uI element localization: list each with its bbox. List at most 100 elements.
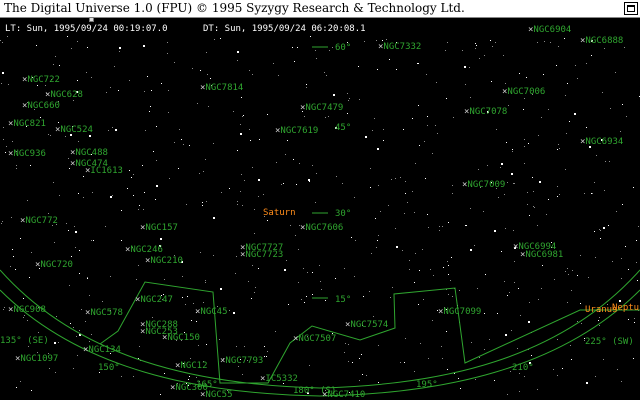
window-title: The Digital Universe 1.0 (FPU) © 1995 Sy… [4,1,465,15]
star [533,206,534,207]
star [414,282,415,283]
dso-label[interactable]: ×NGC660 [22,101,60,111]
title-bar: The Digital Universe 1.0 (FPU) © 1995 Sy… [0,0,640,18]
dso-label[interactable]: ×NGC150 [162,333,200,343]
dso-label[interactable]: ×NGC45 [195,307,228,317]
dso-label[interactable]: ×NGC722 [22,75,60,85]
star [600,238,601,239]
star [68,230,69,231]
dso-label[interactable]: ×NGC772 [20,216,58,226]
dso-label[interactable]: ×NGC134 [83,345,121,355]
star [68,158,69,159]
star [136,279,137,280]
dso-label[interactable]: ×NGC936 [8,149,46,159]
dso-label[interactable]: ×NGC6994 [513,242,556,252]
star [127,188,128,189]
dso-label[interactable]: ×NGC210 [145,256,183,266]
sky-view[interactable]: LT: Sun, 1995/09/24 00:19:07.0 DT: Sun, … [0,18,640,400]
star [567,83,568,84]
dso-label[interactable]: ×IC1613 [85,166,123,176]
star [475,48,476,49]
star [149,111,150,112]
planet-label-saturn[interactable]: Saturn [263,208,296,218]
dso-label[interactable]: ×NGC578 [85,308,123,318]
dso-label[interactable]: ×NGC7479 [300,103,343,113]
star [233,312,235,314]
star [178,168,179,169]
dso-label[interactable]: ×NGC7793 [220,356,263,366]
star [565,271,566,272]
dso-label[interactable]: ×NGC7574 [345,320,388,330]
dso-label[interactable]: ×NGC7507 [293,334,336,344]
planet-label-neptune[interactable]: Neptune [612,303,640,313]
star [424,141,425,142]
star [504,281,505,282]
star [462,50,463,51]
dso-label[interactable]: ×NGC247 [135,295,173,305]
dso-label[interactable]: ×NGC7009 [462,180,505,190]
dso-label[interactable]: ×NGC7619 [275,126,318,136]
star [495,42,496,43]
star [513,183,514,184]
star [168,90,169,91]
star [276,162,277,163]
star [56,316,57,317]
star [349,98,350,99]
star [190,358,191,359]
dso-label[interactable]: ×NGC6888 [580,36,623,46]
dso-label[interactable]: ×NGC524 [55,125,93,135]
star [347,113,348,114]
star [161,83,162,84]
star [373,316,374,317]
dso-label[interactable]: ×NGC7814 [200,83,243,93]
dso-label[interactable]: ×NGC720 [35,260,73,270]
dso-label[interactable]: ×NGC7332 [378,42,421,52]
dso-label[interactable]: ×NGC7006 [502,87,545,97]
dso-label[interactable]: ×NGC55 [200,390,233,400]
star [359,358,360,359]
star [537,225,538,226]
star [38,332,39,333]
dso-label[interactable]: ×NGC7606 [300,223,343,233]
star [200,70,201,71]
dso-label[interactable]: ×NGC628 [45,90,83,100]
star [197,103,198,104]
dso-label[interactable]: ×NGC157 [140,223,178,233]
dso-label[interactable]: ×NGC908 [8,305,46,315]
maximize-button[interactable] [624,2,638,15]
dso-label[interactable]: ×NGC7410 [322,390,365,400]
star [511,330,512,331]
star [236,256,237,257]
star [470,208,471,209]
dso-label[interactable]: ×NGC488 [70,148,108,158]
star [344,268,345,269]
dso-label[interactable]: ×NGC7078 [464,107,507,117]
dso-label[interactable]: ×IC5332 [260,374,298,384]
dso-label[interactable]: ×NGC6904 [528,25,571,35]
dso-label[interactable]: ×NGC7099 [438,307,481,317]
star [450,280,451,281]
dso-label[interactable]: ×NGC821 [8,119,46,129]
star [13,256,14,257]
star [523,109,524,110]
star [378,235,379,236]
star [106,92,107,93]
star [196,321,197,322]
dso-label[interactable]: ×NGC7723 [240,250,283,260]
star [453,117,454,118]
star [329,50,330,51]
dso-label[interactable]: ×NGC12 [175,361,208,371]
dso-label[interactable]: ×NGC246 [125,245,163,255]
star [390,297,391,298]
dso-label[interactable]: ×NGC1097 [15,354,58,364]
star [620,131,621,132]
star [599,229,600,230]
star [500,167,501,168]
star [615,72,616,73]
star [202,205,203,206]
star [40,117,41,118]
star [237,201,238,202]
star [425,178,426,179]
dso-label[interactable]: ×NGC6934 [580,137,623,147]
star [603,359,604,360]
